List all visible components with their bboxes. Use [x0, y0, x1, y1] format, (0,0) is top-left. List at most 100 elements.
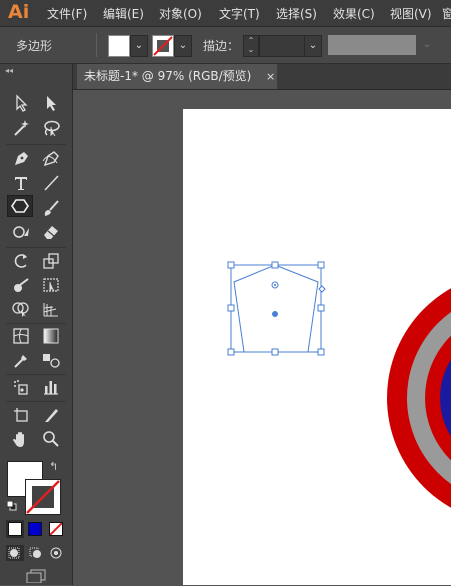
slice-tool[interactable]: [38, 404, 64, 426]
perspective-grid-tool[interactable]: [38, 298, 64, 320]
divider: [96, 33, 97, 57]
document-tab-title: 未标题-1* @ 97% (RGB/预览): [84, 69, 252, 83]
magic-wand-icon: [14, 120, 29, 136]
direct-selection-tool[interactable]: [38, 92, 64, 114]
chevron-down-icon: ⌄: [308, 40, 318, 51]
none-mode-button[interactable]: [49, 522, 63, 536]
pen-nib-icon: [15, 152, 28, 165]
slice-knife-icon: [45, 409, 58, 422]
curvature-pen-icon: [42, 151, 59, 167]
blend-icon: [43, 354, 60, 368]
control-bar: 多边形 ⌄ ⌄ 描边： ⌃ ⌄ ⌄ ⌄: [0, 27, 451, 64]
document-tab[interactable]: 未标题-1* @ 97% (RGB/预览) ×: [77, 64, 277, 89]
draw-inside-button[interactable]: [47, 545, 65, 561]
paintbrush-icon: [44, 200, 59, 216]
screen-mode-button[interactable]: [25, 569, 47, 584]
swap-fill-stroke-icon[interactable]: ↰: [49, 460, 58, 473]
gradient-mode-button[interactable]: [28, 522, 42, 536]
shape-builder-tool[interactable]: [8, 298, 34, 320]
lasso-icon: [44, 120, 60, 137]
paintbrush-tool[interactable]: [38, 197, 64, 219]
magic-wand-tool[interactable]: [8, 117, 34, 139]
stroke-dropdown[interactable]: ⌄: [174, 35, 192, 57]
menu-edit[interactable]: 编辑(E): [103, 5, 144, 22]
mesh-tool[interactable]: [8, 325, 34, 347]
direct-selection-arrow-icon: [47, 96, 56, 111]
handle-top-right: [317, 261, 325, 269]
warp-icon: [14, 278, 29, 292]
close-tab-icon[interactable]: ×: [266, 64, 275, 89]
artboard[interactable]: [183, 109, 451, 585]
free-transform-icon: [43, 278, 59, 292]
mesh-icon: [13, 328, 29, 344]
stroke-label[interactable]: 描边：: [203, 37, 239, 54]
default-colors-icon[interactable]: [6, 500, 17, 511]
pentagon-shape[interactable]: [233, 264, 319, 353]
color-mode-button[interactable]: [6, 520, 24, 538]
document-tab-bar: 未标题-1* @ 97% (RGB/预览) ×: [73, 64, 451, 90]
draw-inside-icon: [50, 547, 62, 559]
symbol-sprayer-tool[interactable]: [8, 376, 34, 398]
column-graph-tool[interactable]: [38, 376, 64, 398]
artboard-tool[interactable]: [8, 404, 34, 426]
solid-color-swatch: [8, 522, 22, 536]
warp-tool[interactable]: [8, 274, 34, 296]
none-slash-icon: [26, 480, 60, 514]
fill-swatch[interactable]: [108, 35, 130, 57]
scale-tool[interactable]: [38, 250, 64, 272]
stroke-weight-input[interactable]: [259, 35, 305, 57]
artboard-icon: [14, 408, 28, 422]
type-t-icon: [15, 177, 27, 190]
fill-dropdown[interactable]: ⌄: [130, 35, 148, 57]
line-segment-tool[interactable]: [38, 172, 64, 194]
selection-tool[interactable]: [8, 92, 34, 114]
stroke-weight-stepper[interactable]: ⌃ ⌄: [243, 35, 259, 57]
stroke-weight-dropdown[interactable]: ⌄: [304, 35, 322, 57]
shape-builder-icon: [12, 302, 29, 317]
menu-effect[interactable]: 效果(C): [333, 5, 375, 22]
profile-dropdown[interactable]: ⌄: [420, 35, 434, 55]
menu-object[interactable]: 对象(O): [159, 5, 202, 22]
variable-width-profile[interactable]: [328, 35, 416, 55]
menu-view[interactable]: 视图(V): [390, 5, 432, 22]
stroke-swatch[interactable]: [152, 35, 174, 57]
blend-tool[interactable]: [38, 349, 64, 371]
menu-window[interactable]: 窗: [442, 5, 451, 22]
shaper-tool[interactable]: [8, 221, 34, 243]
menu-type[interactable]: 文字(T): [219, 5, 260, 22]
tools-panel: ◂◂ ↰: [0, 64, 73, 585]
eraser-tool[interactable]: [38, 221, 64, 243]
divider: [6, 323, 66, 324]
symbol-sprayer-icon: [14, 380, 28, 395]
app-logo: Ai: [8, 1, 30, 23]
polygon-tool[interactable]: [7, 195, 33, 217]
menu-select[interactable]: 选择(S): [276, 5, 317, 22]
stroke-none-icon: [153, 36, 173, 56]
collapse-panel-icon[interactable]: ◂◂: [5, 66, 13, 75]
pen-tool[interactable]: [8, 147, 34, 169]
rotate-tool[interactable]: [8, 250, 34, 272]
draw-behind-button[interactable]: [27, 545, 45, 561]
center-point[interactable]: [272, 311, 278, 317]
column-graph-icon: [44, 381, 58, 395]
stroke-color-box[interactable]: [25, 479, 61, 515]
gradient-tool[interactable]: [38, 325, 64, 347]
screen-mode-icon: [26, 569, 46, 584]
shaper-icon: [13, 226, 29, 238]
sides-widget-icon[interactable]: [318, 285, 326, 293]
menu-file[interactable]: 文件(F): [47, 5, 87, 22]
eyedropper-tool[interactable]: [8, 349, 34, 371]
lasso-tool[interactable]: [38, 117, 64, 139]
artwork: [227, 261, 451, 508]
draw-normal-button[interactable]: [6, 545, 24, 561]
divider: [6, 401, 66, 402]
free-transform-tool[interactable]: [38, 274, 64, 296]
eyedropper-icon: [14, 355, 27, 368]
divider: [6, 247, 66, 248]
hand-tool[interactable]: [8, 428, 34, 450]
type-tool[interactable]: [8, 172, 34, 194]
zoom-tool[interactable]: [38, 428, 64, 450]
curvature-tool[interactable]: [38, 147, 64, 169]
divider: [6, 144, 66, 145]
perspective-grid-icon: [43, 303, 58, 317]
